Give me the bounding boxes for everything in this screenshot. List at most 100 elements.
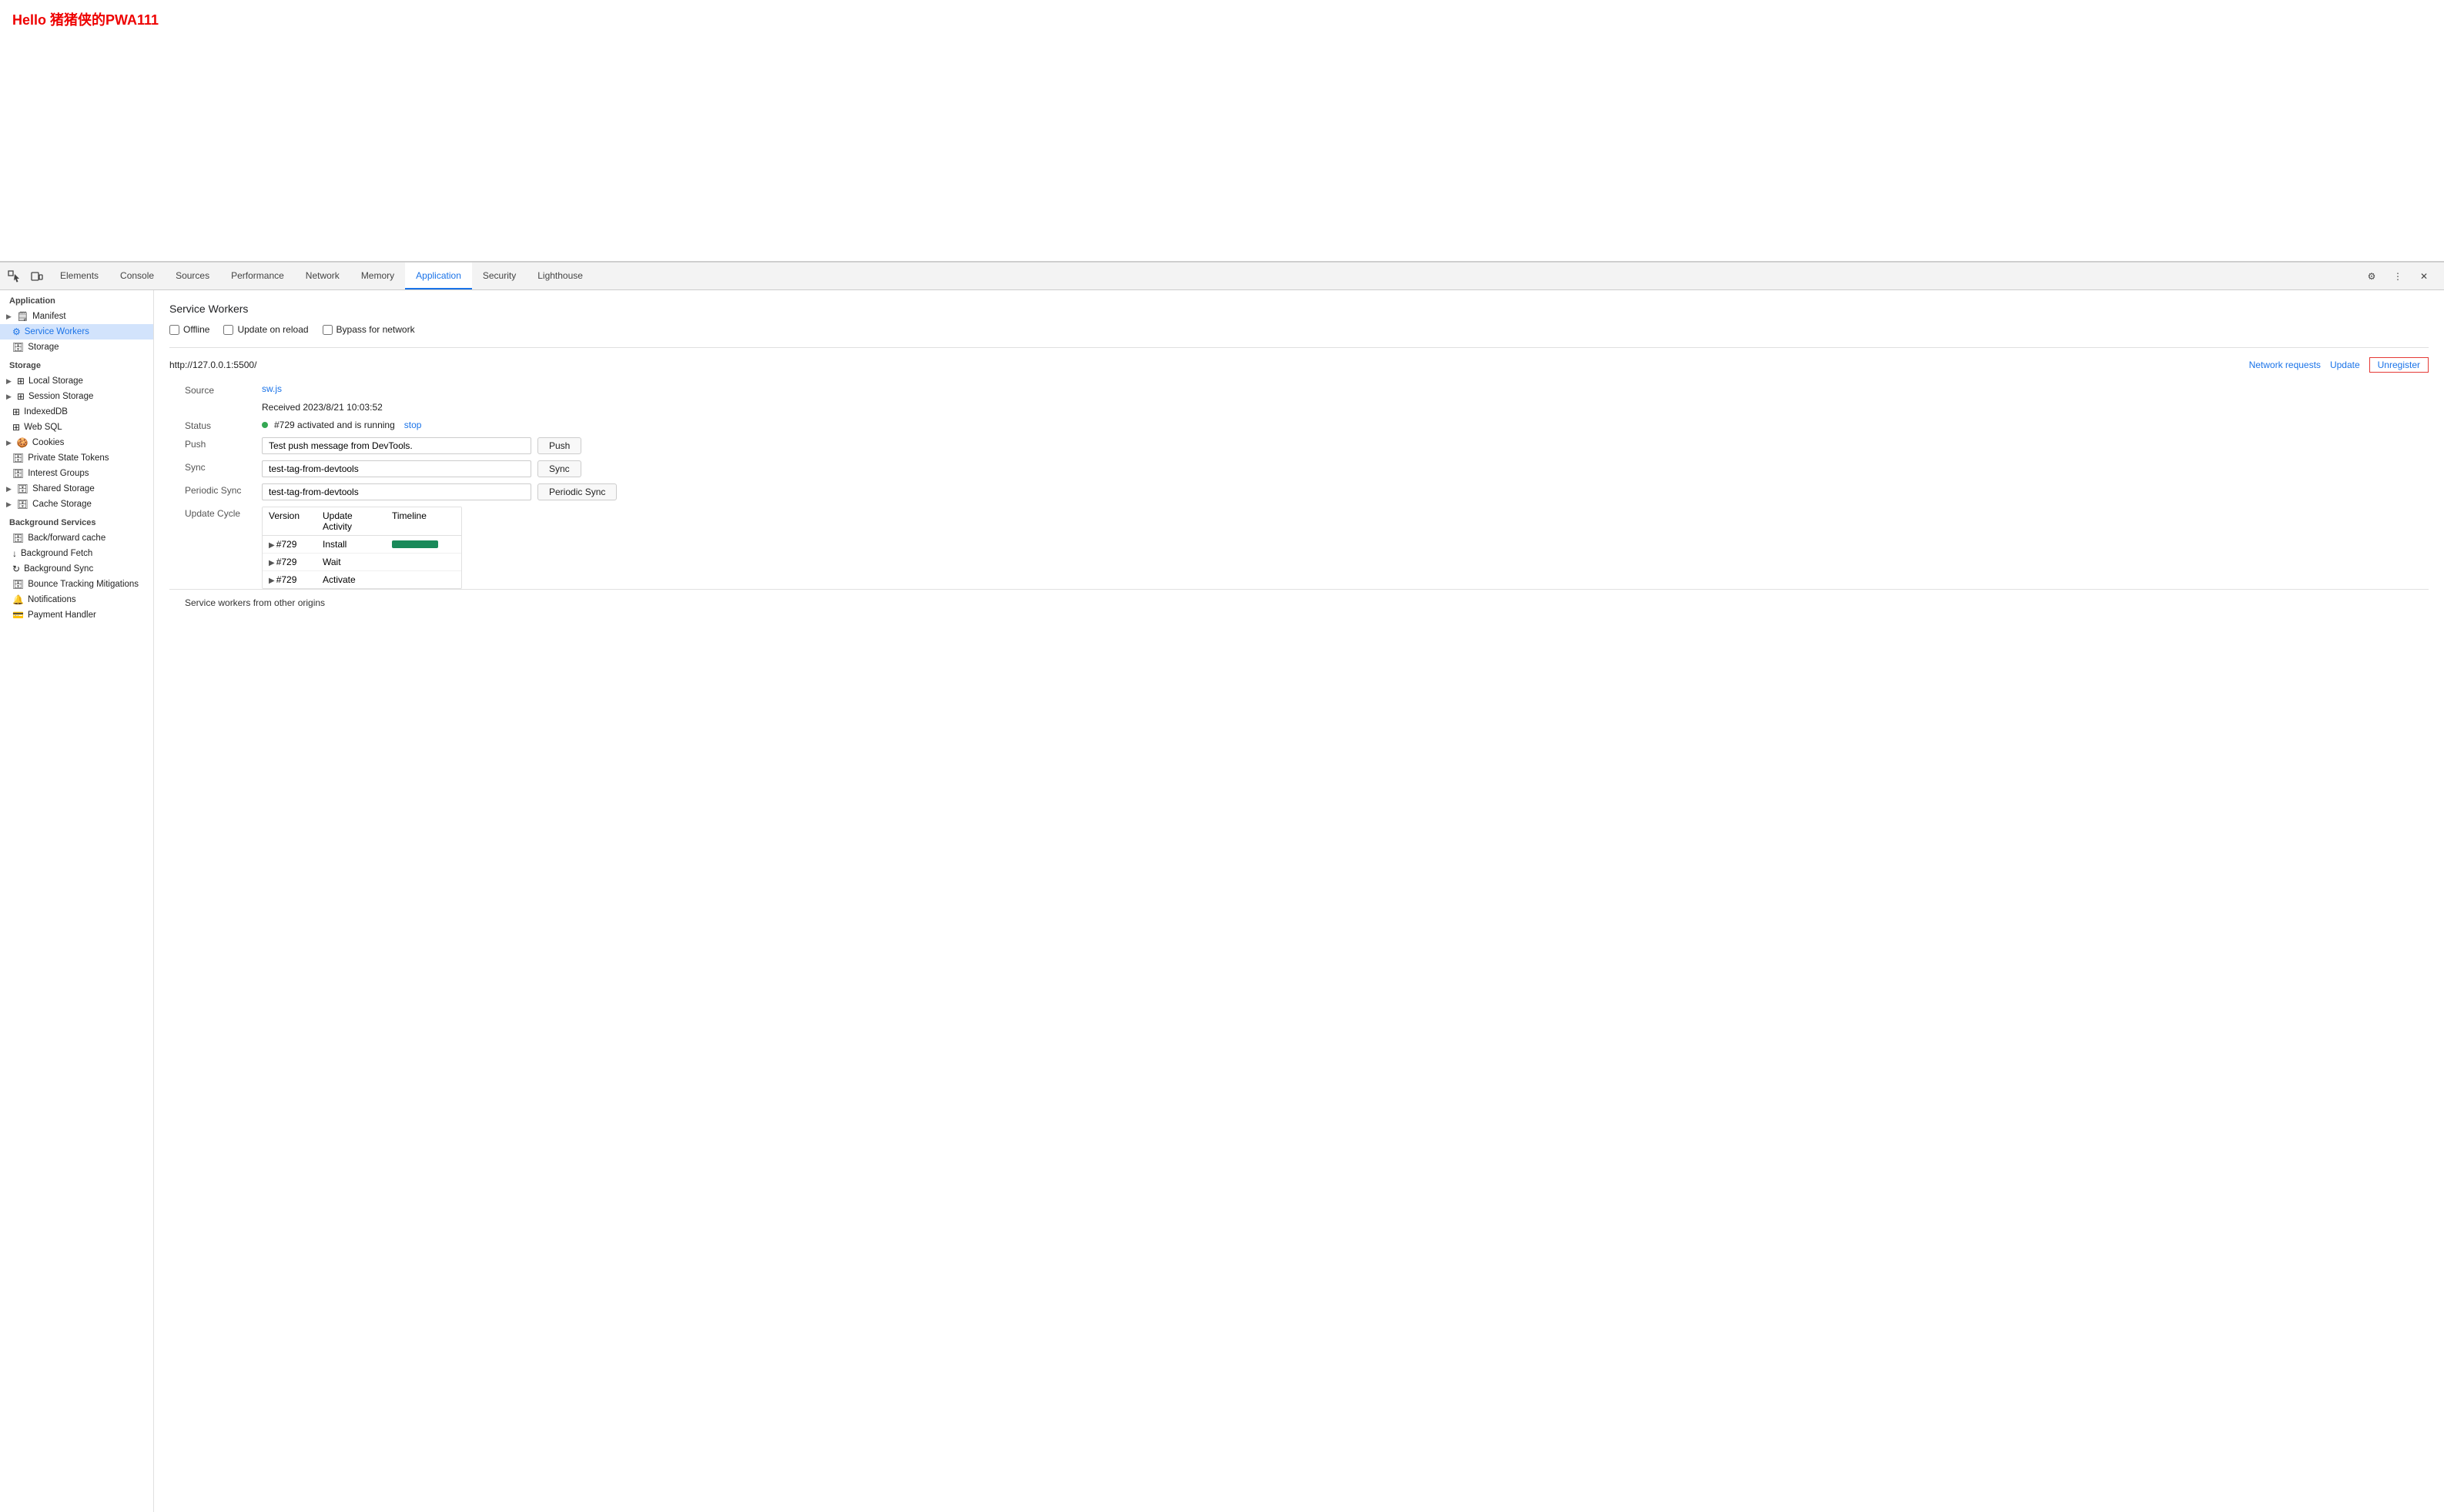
unregister-link[interactable]: Unregister (2369, 357, 2429, 373)
storage-label: Storage (28, 343, 59, 352)
bypass-network-checkbox[interactable] (323, 325, 333, 335)
bypass-network-checkbox-label[interactable]: Bypass for network (323, 324, 415, 335)
shared-storage-label: Shared Storage (32, 484, 95, 493)
tab-elements[interactable]: Elements (49, 263, 109, 289)
status-dot-icon (262, 422, 268, 428)
service-workers-panel: Service Workers Offline Update on reload… (154, 290, 2444, 628)
status-value: #729 activated and is running stop (262, 419, 2429, 431)
devtools-right-icons: ⚙ ⋮ ✕ (2361, 266, 2441, 287)
sidebar-item-interest-groups[interactable]: 🗄 Interest Groups (0, 466, 153, 481)
offline-checkbox[interactable] (169, 325, 179, 335)
sidebar-item-web-sql[interactable]: ⊞ Web SQL (0, 420, 153, 435)
sidebar-item-notifications[interactable]: 🔔 Notifications (0, 592, 153, 607)
periodic-sync-input[interactable] (262, 483, 531, 500)
indexeddb-icon: ⊞ (12, 406, 20, 417)
interest-groups-icon: 🗄 (12, 468, 24, 479)
update-cycle-table-container: Version Update Activity Timeline ▶#729 I… (262, 507, 2429, 589)
manifest-icon: 🗒 (17, 311, 28, 322)
sidebar-item-local-storage[interactable]: ▶ ⊞ Local Storage (0, 373, 153, 389)
sidebar-item-storage[interactable]: 🗄 Storage (0, 340, 153, 355)
device-toggle-icon[interactable] (26, 266, 48, 287)
tab-lighthouse[interactable]: Lighthouse (527, 263, 594, 289)
timeline-bar-install (392, 540, 438, 548)
uc-col-activity-header: Update Activity (316, 507, 386, 535)
periodic-sync-input-row: Periodic Sync (262, 483, 2429, 500)
sidebar-item-cookies[interactable]: ▶ 🍪 Cookies (0, 435, 153, 450)
push-button[interactable]: Push (537, 437, 581, 454)
expand-arrow-icon: ▶ (6, 313, 12, 321)
tab-console[interactable]: Console (109, 263, 165, 289)
bg-sync-icon: ↻ (12, 564, 20, 574)
uc-row-activate: ▶#729 Activate (263, 571, 461, 588)
tab-security[interactable]: Security (472, 263, 527, 289)
back-forward-icon: 🗄 (12, 533, 24, 544)
indexeddb-label: IndexedDB (24, 407, 68, 416)
sidebar-item-private-state[interactable]: 🗄 Private State Tokens (0, 450, 153, 466)
tab-application[interactable]: Application (405, 263, 472, 289)
sidebar-item-bounce-tracking[interactable]: 🗄 Bounce Tracking Mitigations (0, 577, 153, 592)
session-storage-label: Session Storage (28, 392, 93, 401)
service-workers-icon: ⚙ (12, 326, 21, 337)
offline-checkbox-label[interactable]: Offline (169, 324, 209, 335)
sw-source-file-link[interactable]: sw.js (262, 383, 282, 394)
manifest-label: Manifest (32, 312, 65, 321)
received-value: Received 2023/8/21 10:03:52 (262, 402, 2429, 413)
sidebar-item-cache-storage[interactable]: ▶ 🗄 Cache Storage (0, 497, 153, 512)
expand-arrow-icon: ▶ (6, 439, 12, 447)
push-input-row: Push (262, 437, 2429, 454)
private-state-icon: 🗄 (12, 453, 24, 463)
bg-fetch-label: Background Fetch (21, 549, 92, 558)
cookies-icon: 🍪 (17, 437, 28, 448)
uc-timeline-wait (386, 559, 461, 565)
uc-timeline-install (386, 537, 461, 551)
sidebar-item-bg-sync[interactable]: ↻ Background Sync (0, 561, 153, 577)
bg-services-section-label: Background Services (0, 512, 153, 530)
expand-arrow-icon: ▶ (6, 377, 12, 386)
uc-expand-icon[interactable]: ▶ (269, 577, 275, 585)
tab-network[interactable]: Network (295, 263, 350, 289)
sidebar-item-indexeddb[interactable]: ⊞ IndexedDB (0, 404, 153, 420)
uc-col-timeline-header: Timeline (386, 507, 461, 535)
sync-button[interactable]: Sync (537, 460, 581, 477)
tab-sources[interactable]: Sources (165, 263, 220, 289)
bg-fetch-icon: ↓ (12, 548, 17, 559)
status-text: #729 activated and is running (274, 420, 395, 430)
sync-input[interactable] (262, 460, 531, 477)
sidebar-item-back-forward[interactable]: 🗄 Back/forward cache (0, 530, 153, 546)
sw-checkboxes: Offline Update on reload Bypass for netw… (169, 324, 2429, 335)
cache-storage-label: Cache Storage (32, 500, 92, 509)
stop-link[interactable]: stop (404, 420, 422, 430)
back-forward-label: Back/forward cache (28, 534, 105, 543)
sidebar-item-service-workers[interactable]: ⚙ Service Workers (0, 324, 153, 340)
push-input[interactable] (262, 437, 531, 454)
notifications-icon: 🔔 (12, 594, 24, 605)
shared-storage-icon: 🗄 (17, 483, 28, 494)
close-devtools-icon[interactable]: ✕ (2413, 266, 2435, 287)
more-options-icon[interactable]: ⋮ (2387, 266, 2409, 287)
update-cycle-table: Version Update Activity Timeline ▶#729 I… (262, 507, 462, 589)
web-sql-label: Web SQL (24, 423, 62, 432)
page-heading: Hello 猪猪侠的PWA111 (12, 9, 2432, 29)
update-reload-checkbox-label[interactable]: Update on reload (223, 324, 308, 335)
source-label: Source (185, 383, 262, 396)
inspect-element-icon[interactable] (3, 266, 25, 287)
sidebar-item-session-storage[interactable]: ▶ ⊞ Session Storage (0, 389, 153, 404)
tab-memory[interactable]: Memory (350, 263, 405, 289)
sidebar-item-payment-handler[interactable]: 💳 Payment Handler (0, 607, 153, 623)
sidebar-item-bg-fetch[interactable]: ↓ Background Fetch (0, 546, 153, 561)
uc-timeline-activate (386, 577, 461, 583)
update-reload-checkbox[interactable] (223, 325, 233, 335)
uc-expand-icon[interactable]: ▶ (269, 541, 275, 550)
settings-icon[interactable]: ⚙ (2361, 266, 2382, 287)
network-requests-link[interactable]: Network requests (2249, 360, 2321, 370)
periodic-sync-button[interactable]: Periodic Sync (537, 483, 617, 500)
sw-other-origins: Service workers from other origins (169, 589, 2429, 616)
devtools-sidebar: Application ▶ 🗒 Manifest ⚙ Service Worke… (0, 290, 154, 1512)
update-link[interactable]: Update (2330, 360, 2360, 370)
uc-activity-install: Install (316, 536, 386, 553)
tab-performance[interactable]: Performance (220, 263, 295, 289)
bypass-network-label: Bypass for network (336, 324, 415, 335)
sidebar-item-shared-storage[interactable]: ▶ 🗄 Shared Storage (0, 481, 153, 497)
sidebar-item-manifest[interactable]: ▶ 🗒 Manifest (0, 309, 153, 324)
uc-expand-icon[interactable]: ▶ (269, 559, 275, 567)
